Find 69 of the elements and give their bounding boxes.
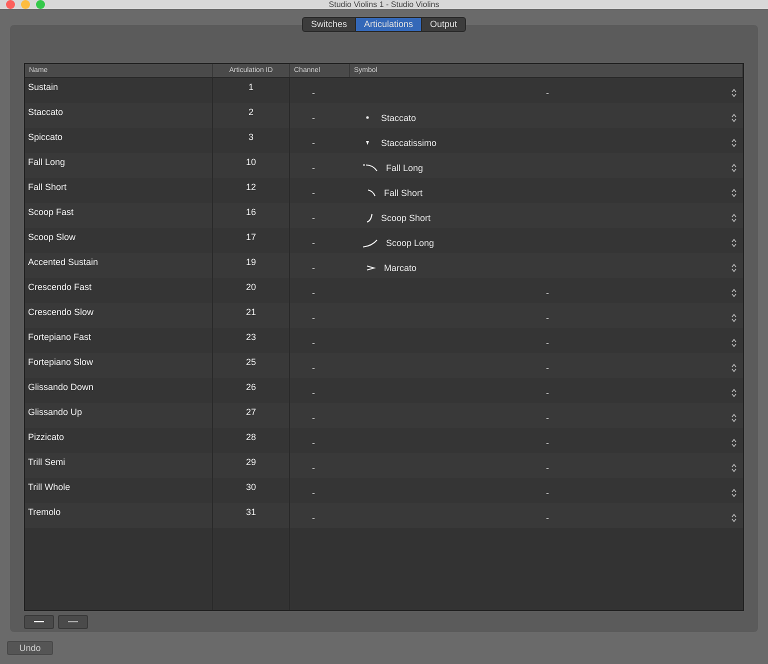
remove-button[interactable] xyxy=(58,615,88,629)
symbol-popup-icon[interactable] xyxy=(731,412,737,422)
symbol-value: - xyxy=(546,362,549,372)
symbol-popup-icon[interactable] xyxy=(731,338,737,348)
symbol-value: Scoop Short xyxy=(381,212,431,222)
symbol-value: - xyxy=(546,438,549,448)
wedge-icon xyxy=(366,140,369,144)
channel-value: - xyxy=(312,488,315,498)
symbol-value: - xyxy=(546,462,549,472)
symbol-value: - xyxy=(546,512,549,522)
symbol-value: Marcato xyxy=(384,262,417,272)
channel-value: - xyxy=(312,212,315,222)
symbol-popup-icon[interactable] xyxy=(731,388,737,398)
symbol-popup-icon[interactable] xyxy=(731,162,737,172)
channel-value: - xyxy=(312,462,315,472)
tab[interactable]: Articulations xyxy=(356,18,422,31)
symbol-value: - xyxy=(546,288,549,298)
channel-value: - xyxy=(312,388,315,398)
symbol-popup-icon[interactable] xyxy=(731,488,737,498)
symbol-value: - xyxy=(546,488,549,498)
channel-value: - xyxy=(312,88,315,98)
symbol-value: Staccatissimo xyxy=(381,138,437,148)
channel-value: - xyxy=(312,512,315,522)
channel-value: - xyxy=(312,312,315,322)
channel-value: - xyxy=(312,338,315,348)
symbol-popup-icon[interactable] xyxy=(731,312,737,322)
symbol-popup-icon[interactable] xyxy=(731,88,737,98)
symbol-popup-icon[interactable] xyxy=(731,188,737,198)
channel-value: - xyxy=(312,438,315,448)
fall-curve-icon xyxy=(362,162,378,172)
symbol-value: Fall Long xyxy=(386,162,424,172)
symbol-value: - xyxy=(546,338,549,348)
symbol-value: - xyxy=(546,412,549,422)
symbol-popup-icon[interactable] xyxy=(731,288,737,298)
undo-button[interactable]: Undo xyxy=(7,641,53,655)
symbol-popup-icon[interactable] xyxy=(731,362,737,372)
symbol-popup-icon[interactable] xyxy=(731,262,737,272)
symbol-value: - xyxy=(546,88,549,98)
channel-value: - xyxy=(312,188,315,198)
symbol-popup-icon[interactable] xyxy=(731,438,737,448)
line-icon xyxy=(68,621,78,623)
line-icon xyxy=(34,621,44,623)
channel-value: - xyxy=(312,138,315,148)
symbol-value: Staccato xyxy=(381,112,416,122)
symbol-popup-icon[interactable] xyxy=(731,212,737,222)
symbol-value: - xyxy=(546,312,549,322)
window-title: Studio Violins 1 - Studio Violins xyxy=(328,0,440,9)
name-cell: Tremolo xyxy=(25,503,213,528)
channel-value: - xyxy=(312,162,315,172)
channel-value: - xyxy=(312,112,315,122)
add-button[interactable] xyxy=(24,615,54,629)
symbol-popup-icon[interactable] xyxy=(731,462,737,472)
scoop-curve-icon xyxy=(362,238,378,248)
scoop-curve-icon xyxy=(366,212,373,222)
symbol-popup-icon[interactable] xyxy=(731,238,737,248)
dot-icon xyxy=(366,116,369,119)
symbol-value: Scoop Long xyxy=(386,238,434,248)
symbol-popup-icon[interactable] xyxy=(731,512,737,522)
id-cell: 31 xyxy=(213,503,290,528)
channel-value: - xyxy=(312,262,315,272)
channel-value: - xyxy=(312,288,315,298)
channel-value: - xyxy=(312,412,315,422)
symbol-value: Fall Short xyxy=(384,188,423,198)
tab[interactable]: Output xyxy=(422,18,466,31)
symbol-value: - xyxy=(546,388,549,398)
channel-value: - xyxy=(312,362,315,372)
channel-value: - xyxy=(312,238,315,248)
symbol-popup-icon[interactable] xyxy=(731,138,737,148)
symbol-popup-icon[interactable] xyxy=(731,112,737,122)
